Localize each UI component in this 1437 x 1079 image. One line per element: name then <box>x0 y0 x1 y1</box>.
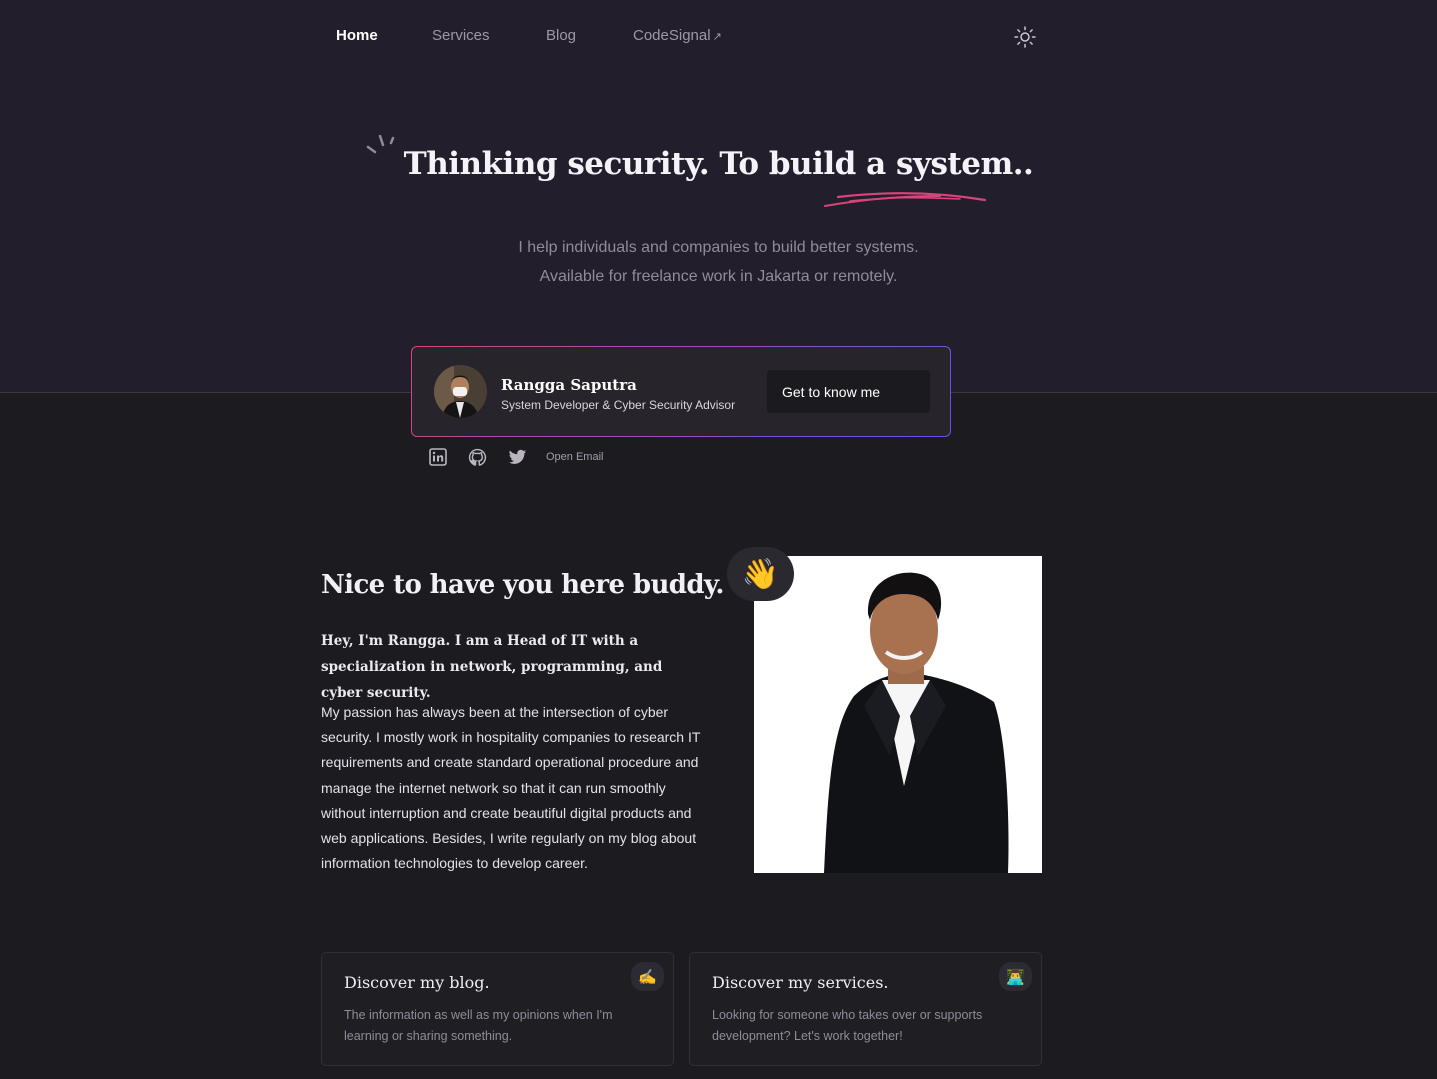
about-title: Nice to have you here buddy. <box>321 570 724 600</box>
nav-home[interactable]: Home <box>336 27 378 44</box>
linkedin-icon <box>429 448 447 466</box>
profile-role: System Developer & Cyber Security Adviso… <box>501 398 736 412</box>
profile-photo-illustration <box>754 556 1042 873</box>
hero-subtitle-line1: I help individuals and companies to buil… <box>518 239 919 256</box>
twitter-icon <box>508 449 527 464</box>
profile-card: Rangga Saputra System Developer & Cyber … <box>411 346 951 437</box>
nav-blog[interactable]: Blog <box>546 27 576 44</box>
about-body: My passion has always been at the inters… <box>321 704 701 872</box>
discover-services-text: Looking for someone who takes over or su… <box>712 1008 983 1043</box>
nav-codesignal-label: CodeSignal <box>633 27 711 44</box>
hero-background <box>0 0 1437 393</box>
hero-title: Thinking security. To build a system.. <box>403 146 1034 182</box>
writing-hand-icon: ✍️ <box>631 962 664 991</box>
hero-subtitle: I help individuals and companies to buil… <box>0 233 1437 291</box>
github-link[interactable] <box>468 448 488 468</box>
profile-card-inner: Rangga Saputra System Developer & Cyber … <box>412 347 950 436</box>
nav-services[interactable]: Services <box>432 27 490 44</box>
profile-name: Rangga Saputra <box>501 376 637 394</box>
about-lead: Hey, I'm Rangga. I am a Head of IT with … <box>321 633 663 701</box>
linkedin-link[interactable] <box>429 448 449 468</box>
discover-services-title: Discover my services. <box>712 973 889 992</box>
discover-blog-text: The information as well as my opinions w… <box>344 1008 613 1043</box>
technologist-icon: 👨‍💻 <box>999 962 1032 991</box>
top-nav: Home Services Blog CodeSignal ↗ <box>0 25 1437 49</box>
avatar-illustration <box>434 365 487 418</box>
get-to-know-me-button[interactable]: Get to know me <box>767 370 930 413</box>
github-icon <box>468 448 487 466</box>
discover-services-card[interactable]: Discover my services. Looking for someon… <box>689 952 1042 1066</box>
external-link-icon: ↗ <box>712 31 722 43</box>
profile-photo <box>754 556 1042 873</box>
hero-subtitle-line2: Available for freelance work in Jakarta … <box>539 268 898 285</box>
discover-blog-card[interactable]: Discover my blog. The information as wel… <box>321 952 674 1066</box>
twitter-link[interactable] <box>508 448 528 468</box>
wave-emoji-badge: 👋 <box>727 547 794 601</box>
nav-codesignal[interactable]: CodeSignal ↗ <box>633 27 722 44</box>
avatar <box>434 365 487 418</box>
discover-blog-title: Discover my blog. <box>344 973 490 992</box>
theme-toggle-button[interactable] <box>1013 25 1037 49</box>
scribble-underline <box>824 192 987 207</box>
sun-icon <box>1014 26 1036 48</box>
open-email-link[interactable]: Open Email <box>546 451 603 463</box>
